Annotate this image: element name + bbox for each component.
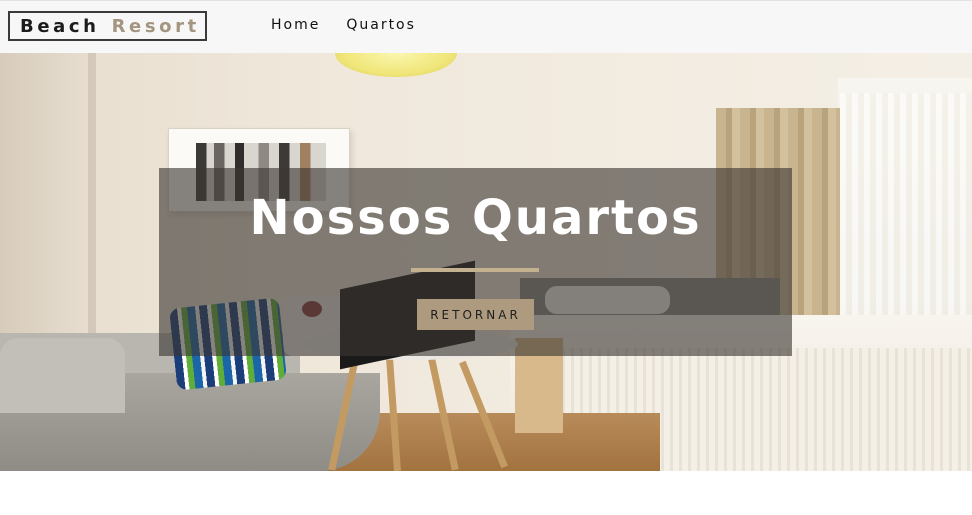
brand-logo[interactable]: Beach Resort <box>8 11 207 41</box>
brand-word-1: Beach <box>20 15 100 37</box>
page-title: Nossos Quartos <box>249 190 702 246</box>
return-button[interactable]: RETORNAR <box>417 299 534 330</box>
hero-banner: Nossos Quartos RETORNAR <box>0 53 972 471</box>
title-divider <box>411 268 539 272</box>
wall-shadow <box>88 53 96 353</box>
hero-overlay-box: Nossos Quartos RETORNAR <box>159 168 792 356</box>
navbar: Beach Resort Home Quartos <box>0 0 972 53</box>
sheer-curtain <box>840 93 972 343</box>
nav-link-home[interactable]: Home <box>271 17 320 33</box>
ceiling-lamp <box>335 53 457 77</box>
nav-links: Home Quartos <box>271 17 416 33</box>
nav-link-quartos[interactable]: Quartos <box>346 17 416 33</box>
brand-word-2: Resort <box>111 15 200 37</box>
sofa-arm <box>0 338 125 413</box>
